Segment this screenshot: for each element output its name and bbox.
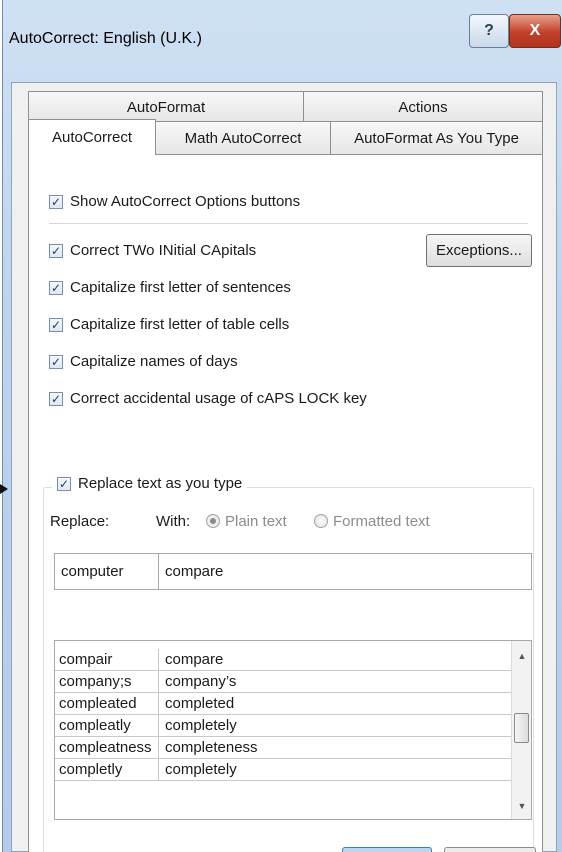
- checkmark-icon: ✓: [49, 243, 63, 258]
- dialog-window: AutoCorrect: English (U.K.) ? X AutoForm…: [2, 0, 562, 852]
- checkbox-label: Correct accidental usage of cAPS LOCK ke…: [70, 390, 367, 407]
- radio-unselected-icon: [314, 514, 328, 528]
- replace-text-group: ✓ Replace text as you type Replace: With…: [43, 475, 534, 852]
- tab-row-2: AutoCorrect Math AutoCorrect AutoFormat …: [28, 119, 543, 155]
- pointer-arrow-icon: [0, 484, 8, 494]
- plain-text-radio[interactable]: Plain text: [206, 513, 287, 530]
- list-scrollbar[interactable]: ▲ ▼: [511, 641, 531, 819]
- dialog-body: AutoFormat Actions AutoCorrect Math Auto…: [11, 82, 557, 852]
- list-cell-replace: company;s: [55, 671, 159, 692]
- list-cell-with: completed: [165, 695, 235, 712]
- list-cell-with: company’s: [165, 673, 237, 690]
- tab-label: Actions: [398, 98, 448, 116]
- replacement-list[interactable]: compair compare company;s company’s comp…: [54, 640, 532, 820]
- tab-label: Math AutoCorrect: [184, 130, 302, 147]
- checkbox-label: Show AutoCorrect Options buttons: [70, 193, 301, 210]
- checkbox-label: Correct TWo INitial CApitals: [70, 242, 257, 259]
- separator: [49, 223, 528, 224]
- list-cell-with: completely: [165, 761, 237, 778]
- checkbox-label: Capitalize first letter of sentences: [70, 279, 291, 296]
- list-cell-with: completely: [165, 717, 237, 734]
- help-icon: ?: [484, 22, 494, 39]
- cancel-button[interactable]: [444, 847, 536, 852]
- radio-label: Plain text: [225, 513, 287, 530]
- autocorrect-panel: ✓ Show AutoCorrect Options buttons ✓ Cor…: [28, 154, 543, 852]
- checkmark-icon: ✓: [49, 317, 63, 332]
- checkmark-icon: ✓: [49, 354, 63, 369]
- tab-label: AutoFormat As You Type: [354, 130, 519, 147]
- capitalize-days-checkbox[interactable]: ✓ Capitalize names of days: [49, 353, 238, 370]
- list-item[interactable]: company;s company’s: [55, 671, 531, 693]
- radio-label: Formatted text: [333, 513, 430, 530]
- help-button[interactable]: ?: [469, 14, 509, 48]
- replace-label: Replace:: [50, 513, 110, 530]
- checkbox-label: Capitalize names of days: [70, 353, 238, 370]
- list-item[interactable]: compleatly completely: [55, 715, 531, 737]
- scroll-thumb[interactable]: [514, 713, 529, 743]
- capitalize-sentences-checkbox[interactable]: ✓ Capitalize first letter of sentences: [49, 279, 291, 296]
- replace-text-checkbox[interactable]: ✓ Replace text as you type: [52, 475, 248, 492]
- close-button[interactable]: X: [509, 14, 561, 48]
- formatted-text-radio[interactable]: Formatted text: [314, 513, 430, 530]
- list-cell-replace: compleatness: [55, 737, 159, 758]
- checkmark-icon: ✓: [49, 280, 63, 295]
- title-bar[interactable]: AutoCorrect: English (U.K.) ? X: [3, 0, 562, 82]
- with-label: With:: [156, 513, 191, 530]
- checkbox-label: Replace text as you type: [78, 475, 243, 492]
- tab-math-autocorrect[interactable]: Math AutoCorrect: [155, 121, 331, 155]
- checkmark-icon: ✓: [49, 391, 63, 406]
- radio-selected-icon: [206, 514, 220, 528]
- exceptions-button[interactable]: Exceptions...: [426, 234, 532, 267]
- scroll-down-icon[interactable]: ▼: [512, 797, 532, 815]
- checkmark-icon: ✓: [49, 194, 63, 209]
- tab-autocorrect[interactable]: AutoCorrect: [28, 119, 156, 155]
- correct-two-initial-capitals-checkbox[interactable]: ✓ Correct TWo INitial CApitals: [49, 242, 256, 259]
- list-item[interactable]: compleated completed: [55, 693, 531, 715]
- list-item[interactable]: compleatness completeness: [55, 737, 531, 759]
- tab-autoformat-as-you-type[interactable]: AutoFormat As You Type: [330, 121, 543, 155]
- ok-button[interactable]: [342, 847, 432, 852]
- checkmark-icon: ✓: [57, 476, 71, 491]
- scroll-up-icon[interactable]: ▲: [512, 647, 532, 665]
- list-cell-replace: completly: [55, 759, 159, 780]
- window-title: AutoCorrect: English (U.K.): [9, 30, 202, 47]
- checkbox-label: Capitalize first letter of table cells: [70, 316, 290, 333]
- replace-input[interactable]: computer: [55, 554, 159, 589]
- list-cell-replace: compleated: [55, 693, 159, 714]
- close-icon: X: [529, 22, 541, 39]
- button-label: Exceptions...: [436, 242, 522, 259]
- with-input[interactable]: compare: [159, 554, 531, 589]
- replace-with-inputs: computer compare: [54, 553, 532, 590]
- list-cell-with: completeness: [165, 739, 258, 756]
- list-item[interactable]: compair compare: [55, 649, 531, 671]
- tab-autoformat[interactable]: AutoFormat: [28, 91, 304, 122]
- tab-row-1: AutoFormat Actions: [28, 91, 543, 122]
- show-autocorrect-options-checkbox[interactable]: ✓ Show AutoCorrect Options buttons: [49, 193, 300, 210]
- capitalize-table-cells-checkbox[interactable]: ✓ Capitalize first letter of table cells: [49, 316, 289, 333]
- list-item[interactable]: completly completely: [55, 759, 531, 781]
- tab-actions[interactable]: Actions: [303, 91, 543, 122]
- tab-label: AutoFormat: [126, 98, 206, 116]
- list-cell-replace: compleatly: [55, 715, 159, 736]
- list-cell-with: compare: [165, 651, 224, 668]
- list-cell-replace: compair: [55, 649, 159, 670]
- caps-lock-checkbox[interactable]: ✓ Correct accidental usage of cAPS LOCK …: [49, 390, 367, 407]
- tab-label: AutoCorrect: [51, 129, 133, 146]
